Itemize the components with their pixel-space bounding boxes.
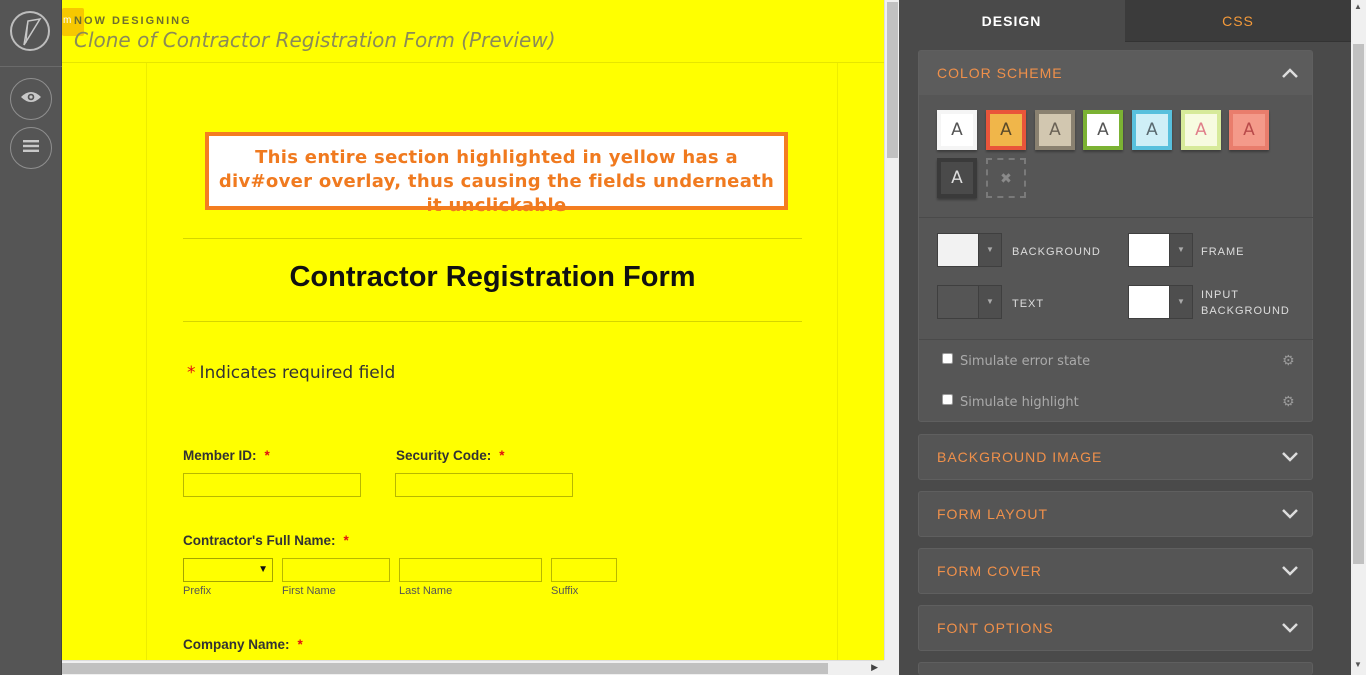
- scheme-swatch-dark[interactable]: A: [937, 158, 977, 198]
- frame-color-label: FRAME: [1201, 246, 1245, 258]
- next-section-partial[interactable]: [918, 662, 1313, 675]
- scheme-swatch-blue[interactable]: A: [1132, 110, 1172, 150]
- background-color-swatch: [938, 234, 978, 266]
- full-name-label: Contractor's Full Name: *: [183, 533, 349, 548]
- form-title: Contractor Registration Form: [289, 261, 696, 293]
- last-name-sublabel: Last Name: [399, 585, 453, 597]
- rail-divider: [0, 66, 62, 67]
- scheme-swatch-tan[interactable]: A: [1035, 110, 1075, 150]
- chevron-down-icon: [1282, 492, 1298, 536]
- simulate-highlight-checkbox[interactable]: [942, 394, 953, 405]
- prefix-sublabel: Prefix: [183, 585, 212, 597]
- scheme-swatch-white[interactable]: A: [937, 110, 977, 150]
- overlay-annotation-note: This entire section highlighted in yello…: [205, 132, 788, 216]
- form-layout-section[interactable]: FORM LAYOUT: [918, 491, 1313, 537]
- picker-divider: [919, 339, 1314, 340]
- scheme-swatch-orange[interactable]: A: [986, 110, 1026, 150]
- panel-tabs: DESIGN CSS: [899, 0, 1351, 42]
- frame-color-swatch: [1129, 234, 1169, 266]
- title-divider-bottom: [183, 321, 802, 322]
- canvas-horizontal-scrollbar[interactable]: ▶: [62, 660, 884, 675]
- tab-css[interactable]: CSS: [1125, 0, 1351, 42]
- add-scheme-button[interactable]: ✖: [986, 158, 1026, 198]
- menu-icon: [22, 139, 40, 158]
- form-cover-section[interactable]: FORM COVER: [918, 548, 1313, 594]
- scroll-up-icon[interactable]: ▲: [1354, 2, 1362, 11]
- background-color-picker[interactable]: ▼: [937, 233, 1002, 267]
- security-code-input[interactable]: [395, 473, 573, 497]
- gear-icon[interactable]: ⚙: [1282, 352, 1295, 369]
- dropdown-arrow-icon: ▼: [978, 234, 1001, 266]
- suffix-sublabel: Suffix: [551, 585, 579, 597]
- form-canvas-overlay: m NOW DESIGNING Clone of Contractor Regi…: [62, 0, 884, 660]
- dropdown-arrow-icon: ▼: [1169, 286, 1192, 318]
- color-scheme-section: COLOR SCHEME A A A A A A A A ✖ ▼ BACKGRO…: [918, 50, 1314, 422]
- close-icon: ✖: [1000, 170, 1012, 186]
- font-options-header[interactable]: FONT OPTIONS: [919, 606, 1312, 650]
- menu-button[interactable]: [10, 127, 52, 169]
- simulate-error-label: Simulate error state: [960, 354, 1091, 369]
- scroll-corner: [884, 660, 899, 675]
- pencil-logo-icon[interactable]: [10, 11, 50, 51]
- chevron-up-icon: [1282, 51, 1298, 95]
- scheme-swatch-salmon[interactable]: A: [1229, 110, 1269, 150]
- preview-eye-button[interactable]: [10, 78, 52, 120]
- simulate-highlight-label: Simulate highlight: [960, 395, 1079, 410]
- designer-panel: DESIGN CSS COLOR SCHEME A A A A A A A A …: [899, 0, 1351, 675]
- simulate-error-checkbox[interactable]: [942, 353, 953, 364]
- scroll-thumb[interactable]: [1353, 44, 1364, 564]
- background-color-label: BACKGROUND: [1012, 246, 1101, 258]
- form-name-title[interactable]: Clone of Contractor Registration Form (P…: [74, 28, 556, 52]
- required-star: *: [187, 363, 196, 383]
- scheme-swatch-green[interactable]: A: [1083, 110, 1123, 150]
- form-cover-header[interactable]: FORM COVER: [919, 549, 1312, 593]
- suffix-input[interactable]: [551, 558, 617, 582]
- chevron-down-icon: [1282, 549, 1298, 593]
- member-id-input[interactable]: [183, 473, 361, 497]
- dropdown-arrow-icon: ▼: [1169, 234, 1192, 266]
- text-color-label: TEXT: [1012, 298, 1045, 310]
- scheme-swatch-lime[interactable]: A: [1181, 110, 1221, 150]
- scroll-thumb[interactable]: [62, 663, 828, 674]
- company-name-label: Company Name: *: [183, 637, 303, 652]
- member-id-label: Member ID: *: [183, 448, 270, 463]
- input-background-color-swatch: [1129, 286, 1169, 318]
- panel-vertical-scrollbar[interactable]: ▲ ▼: [1351, 0, 1366, 675]
- scroll-thumb[interactable]: [887, 2, 898, 158]
- required-field-note: * Indicates required field: [187, 363, 396, 383]
- first-name-sublabel: First Name: [282, 585, 336, 597]
- prefix-select[interactable]: ▼: [183, 558, 273, 582]
- chevron-down-icon: [1282, 435, 1298, 479]
- input-background-color-picker[interactable]: ▼: [1128, 285, 1193, 319]
- title-divider-top: [183, 238, 802, 239]
- eye-icon: [20, 90, 42, 109]
- background-image-section[interactable]: BACKGROUND IMAGE: [918, 434, 1313, 480]
- form-layout-header[interactable]: FORM LAYOUT: [919, 492, 1312, 536]
- scroll-right-icon[interactable]: ▶: [871, 662, 878, 673]
- text-color-picker[interactable]: ▼: [937, 285, 1002, 319]
- gear-icon[interactable]: ⚙: [1282, 393, 1295, 410]
- font-options-section[interactable]: FONT OPTIONS: [918, 605, 1313, 651]
- dropdown-arrow-icon: ▼: [258, 564, 268, 575]
- tab-design[interactable]: DESIGN: [899, 0, 1124, 42]
- input-background-color-label: INPUT BACKGROUND: [1201, 289, 1290, 317]
- security-code-label: Security Code: *: [396, 448, 505, 463]
- canvas-vertical-scrollbar[interactable]: [884, 0, 899, 660]
- now-designing-label: NOW DESIGNING: [74, 15, 192, 27]
- last-name-input[interactable]: [399, 558, 542, 582]
- first-name-input[interactable]: [282, 558, 390, 582]
- frame-color-picker[interactable]: ▼: [1128, 233, 1193, 267]
- scroll-down-icon[interactable]: ▼: [1354, 660, 1362, 669]
- text-color-swatch: [938, 286, 978, 318]
- color-scheme-header[interactable]: COLOR SCHEME: [919, 51, 1312, 95]
- left-rail: [0, 0, 62, 675]
- chevron-down-icon: [1282, 606, 1298, 650]
- scheme-divider: [919, 217, 1314, 218]
- dropdown-arrow-icon: ▼: [978, 286, 1001, 318]
- form-body: This entire section highlighted in yello…: [146, 63, 838, 660]
- background-image-header[interactable]: BACKGROUND IMAGE: [919, 435, 1312, 479]
